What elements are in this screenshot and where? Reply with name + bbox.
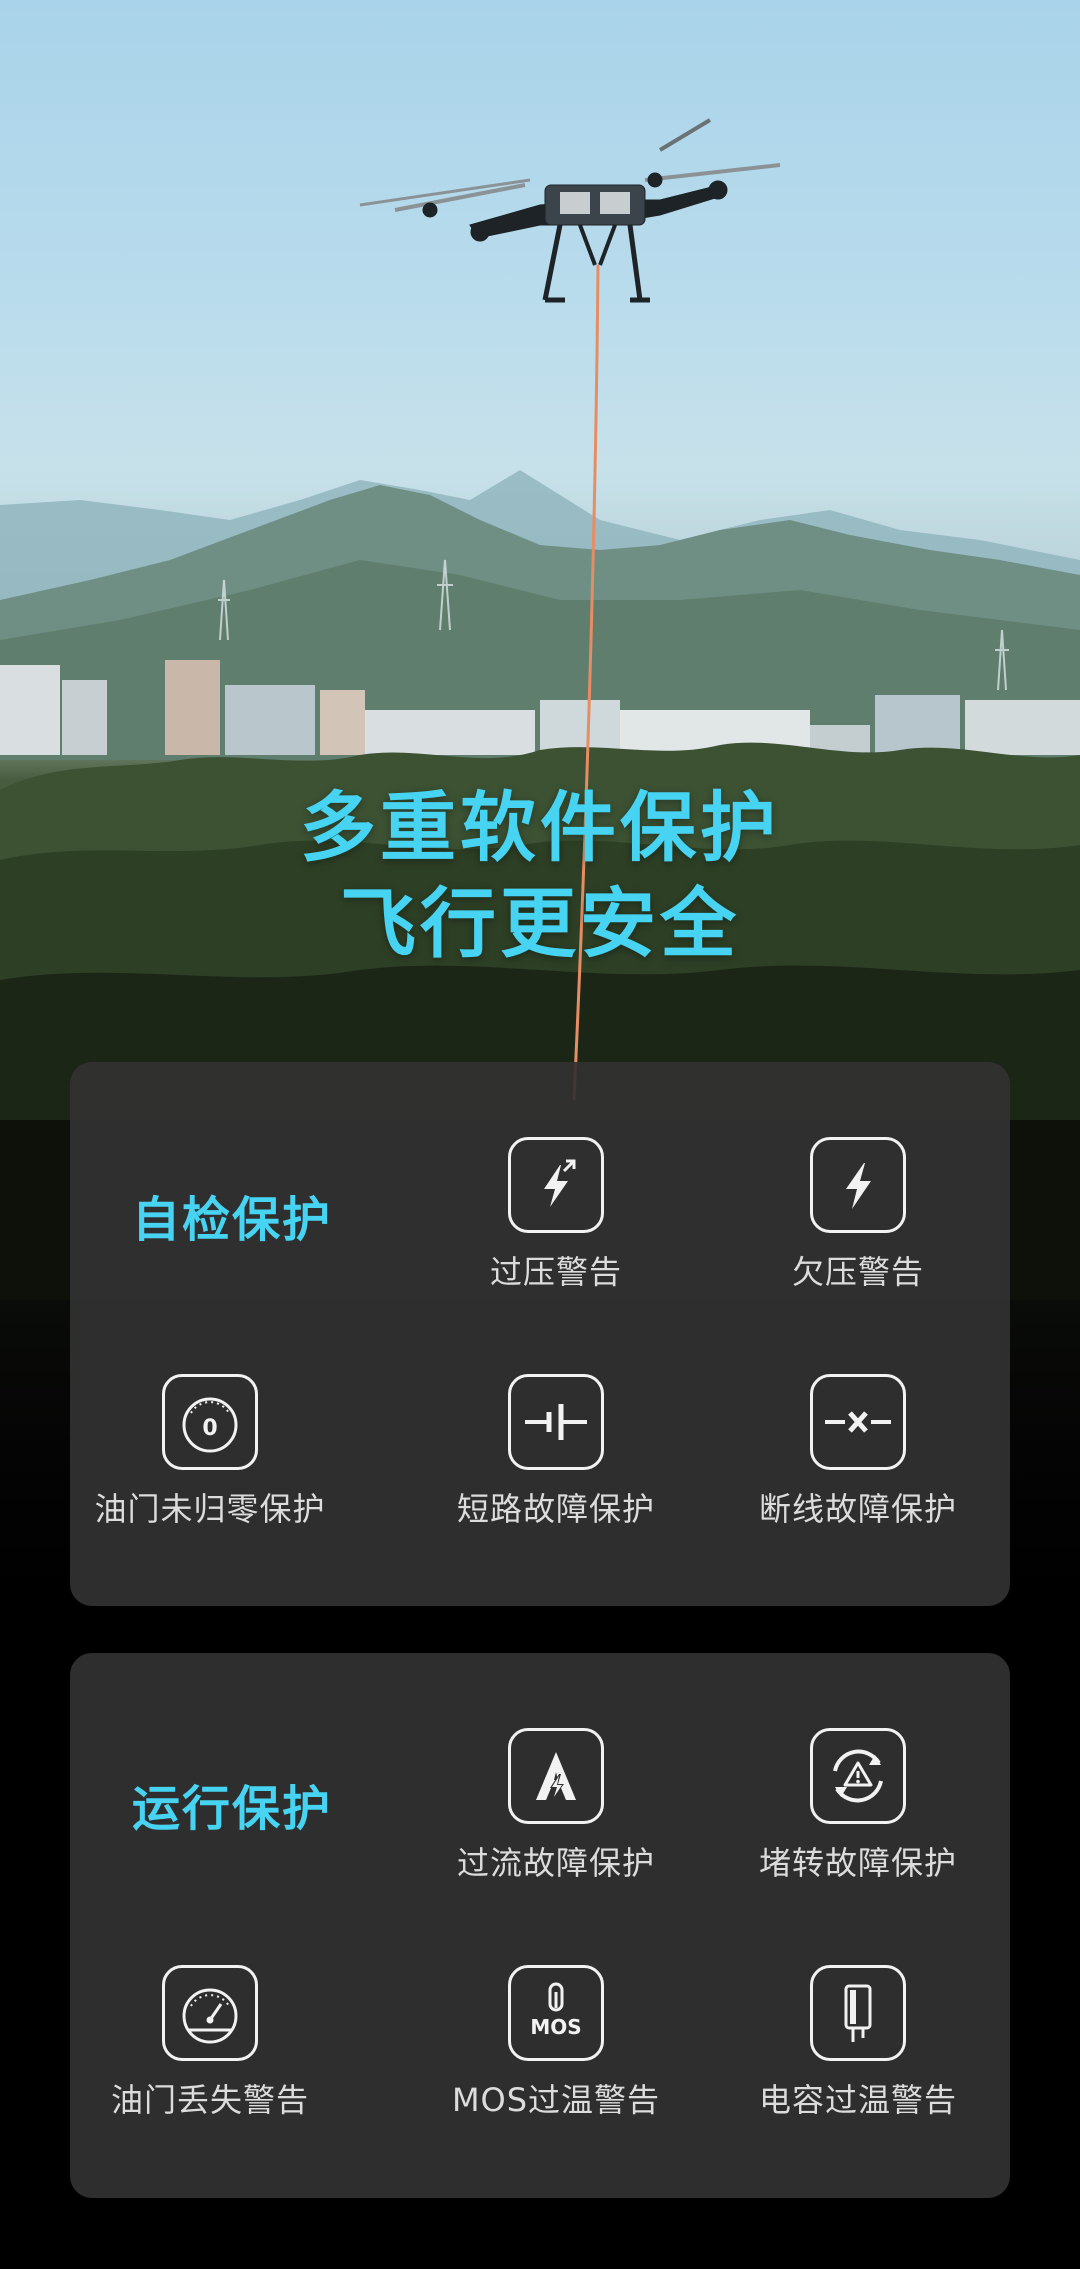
short-circuit-label: 短路故障保护 bbox=[456, 1490, 655, 1528]
runtime-panel: 运行保护 过流故障保护 堵转故障保护 油门丢失警告 MOS MOS过温警告 电容… bbox=[70, 1653, 1010, 2198]
throttle-loss-label: 油门丢失警告 bbox=[110, 2081, 309, 2119]
stall-fault-item: 堵转故障保护 bbox=[718, 1728, 998, 1884]
stall-fault-label: 堵转故障保护 bbox=[758, 1844, 957, 1882]
lightning-arrow-up-icon bbox=[508, 1137, 604, 1233]
throttle-not-zero-label: 油门未归零保护 bbox=[94, 1490, 326, 1528]
throttle-loss-item: 油门丢失警告 bbox=[70, 1965, 350, 2121]
stall-warning-icon bbox=[810, 1728, 906, 1824]
capacitor-icon bbox=[810, 1965, 906, 2061]
capacitor-overtemp-item: 电容过温警告 bbox=[718, 1965, 998, 2121]
capacitor-overtemp-label: 电容过温警告 bbox=[758, 2081, 957, 2119]
overvoltage-warning-item: 过压警告 bbox=[416, 1137, 696, 1293]
throttle-gauge-icon bbox=[162, 1965, 258, 2061]
headline-line-2: 飞行更安全 bbox=[340, 879, 740, 968]
page: 多重软件保护 飞行更安全 自检保护 过压警告 欠压警告 0 油门未归零保护 短路… bbox=[0, 0, 1080, 2269]
throttle-zero-gauge-icon: 0 bbox=[162, 1374, 258, 1470]
headline: 多重软件保护 飞行更安全 bbox=[0, 780, 1080, 972]
svg-text:0: 0 bbox=[202, 1416, 217, 1441]
throttle-not-zero-item: 0 油门未归零保护 bbox=[70, 1374, 350, 1530]
lightning-icon bbox=[810, 1137, 906, 1233]
broken-wire-icon bbox=[810, 1374, 906, 1470]
overcurrent-icon bbox=[508, 1728, 604, 1824]
mos-temperature-icon: MOS bbox=[508, 1965, 604, 2061]
runtime-title: 运行保护 bbox=[132, 1781, 333, 1837]
mos-overtemp-label: MOS过温警告 bbox=[451, 2081, 661, 2119]
overvoltage-warning-label: 过压警告 bbox=[489, 1253, 622, 1291]
short-circuit-icon bbox=[508, 1374, 604, 1470]
headline-line-1: 多重软件保护 bbox=[300, 783, 780, 872]
self-check-panel: 自检保护 过压警告 欠压警告 0 油门未归零保护 短路故障保护 断线故障保护 bbox=[70, 1062, 1010, 1606]
undervoltage-warning-item: 欠压警告 bbox=[718, 1137, 998, 1293]
mos-overtemp-item: MOS MOS过温警告 bbox=[416, 1965, 696, 2121]
short-circuit-item: 短路故障保护 bbox=[416, 1374, 696, 1530]
overcurrent-item: 过流故障保护 bbox=[416, 1728, 696, 1884]
broken-wire-item: 断线故障保护 bbox=[718, 1374, 998, 1530]
self-check-title: 自检保护 bbox=[132, 1192, 333, 1248]
overcurrent-label: 过流故障保护 bbox=[456, 1844, 655, 1882]
svg-text:MOS: MOS bbox=[530, 2015, 581, 2039]
undervoltage-warning-label: 欠压警告 bbox=[791, 1253, 924, 1291]
broken-wire-label: 断线故障保护 bbox=[758, 1490, 957, 1528]
